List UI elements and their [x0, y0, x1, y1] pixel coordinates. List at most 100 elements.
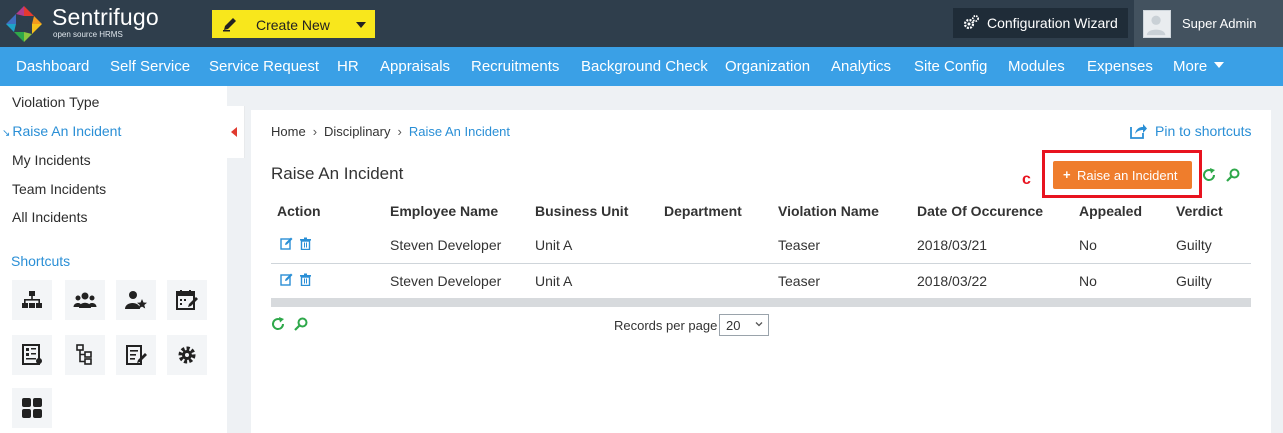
breadcrumb-current: Raise An Incident	[408, 124, 511, 139]
cell-verdict: Guilty	[1176, 263, 1251, 299]
search-icon[interactable]	[294, 317, 308, 331]
shortcut-appraisals[interactable]	[116, 280, 156, 320]
tree-hierarchy-icon	[76, 344, 92, 365]
plus-icon: +	[1063, 167, 1071, 182]
nav-item-organization[interactable]: Organization	[725, 58, 810, 75]
arrow-down-right-icon: ↘	[2, 128, 11, 139]
shortcut-calendar[interactable]	[167, 280, 207, 320]
users-group-icon	[73, 292, 97, 308]
collapse-sidebar-toggle[interactable]	[227, 106, 245, 158]
configuration-wizard-label: Configuration Wizard	[987, 15, 1118, 31]
edit-icon[interactable]	[280, 273, 293, 286]
share-export-icon	[1130, 124, 1147, 139]
column-header-action[interactable]: Action	[271, 194, 390, 228]
create-new-label: Create New	[256, 17, 330, 33]
cell-employee-name: Steven Developer	[390, 228, 535, 264]
pencil-icon	[223, 18, 236, 32]
nav-item-dashboard[interactable]: Dashboard	[16, 58, 89, 75]
chevron-down-icon	[1214, 62, 1225, 68]
shortcut-hierarchy[interactable]	[65, 335, 105, 375]
sidebar-item-my-incidents[interactable]: My Incidents	[12, 152, 91, 168]
pin-to-shortcuts-label: Pin to shortcuts	[1155, 123, 1252, 139]
column-header-verdict[interactable]: Verdict	[1176, 194, 1251, 228]
chevron-down-icon	[755, 322, 763, 327]
pin-to-shortcuts-link[interactable]: Pin to shortcuts	[1130, 123, 1252, 139]
configuration-wizard-button[interactable]: Configuration Wizard	[953, 8, 1128, 38]
refresh-icon[interactable]	[271, 317, 285, 331]
sidebar-item-violation-type[interactable]: Violation Type	[12, 94, 99, 110]
cell-verdict: Guilty	[1176, 228, 1251, 264]
cell-appealed: No	[1079, 228, 1176, 264]
nav-item-hr[interactable]: HR	[337, 58, 359, 75]
gears-icon	[963, 15, 979, 30]
page-title: Raise An Incident	[271, 164, 404, 183]
nav-item-modules[interactable]: Modules	[1008, 58, 1065, 75]
nav-item-service-request[interactable]: Service Request	[209, 58, 319, 75]
column-header-department[interactable]: Department	[664, 194, 778, 228]
shortcut-id-card[interactable]	[12, 335, 52, 375]
create-new-button[interactable]: Create New	[212, 10, 375, 38]
breadcrumb-disciplinary[interactable]: Disciplinary	[324, 124, 390, 139]
trash-icon[interactable]	[299, 237, 312, 251]
annotation-mark: c	[1022, 171, 1031, 188]
cell-date-of-occurence: 2018/03/21	[917, 228, 1079, 264]
brand-tagline: open source HRMS	[53, 30, 123, 39]
raise-an-incident-label: Raise an Incident	[1077, 168, 1178, 183]
records-per-page-select[interactable]: 20	[719, 314, 769, 336]
row-actions	[271, 228, 390, 264]
sidebar-item-all-incidents[interactable]: All Incidents	[12, 209, 87, 225]
column-header-date-of-occurence[interactable]: Date Of Occurence	[917, 194, 1079, 228]
nav-item-background-check[interactable]: Background Check	[581, 58, 708, 75]
nav-item-recruitments[interactable]: Recruitments	[471, 58, 559, 75]
sidebar-item-team-incidents[interactable]: Team Incidents	[12, 181, 106, 197]
nav-item-analytics[interactable]: Analytics	[831, 58, 891, 75]
org-chart-icon	[22, 291, 42, 308]
brand-name: Sentrifugo	[52, 4, 159, 30]
nav-item-self-service[interactable]: Self Service	[110, 58, 190, 75]
avatar	[1143, 10, 1171, 38]
user-silhouette-icon	[1146, 15, 1166, 36]
shortcut-settings[interactable]	[167, 335, 207, 375]
column-header-employee-name[interactable]: Employee Name	[390, 194, 535, 228]
sentrifugo-logo-icon[interactable]	[4, 4, 44, 44]
nav-item-expenses[interactable]: Expenses	[1087, 58, 1153, 75]
table-header-row: Action Employee Name Business Unit Depar…	[271, 194, 1251, 228]
grid-icon	[22, 398, 42, 418]
sidebar-item-raise-an-incident[interactable]: ↘ Raise An Incident	[2, 123, 121, 139]
brand: Sentrifugo open source HRMS	[52, 4, 159, 39]
horizontal-scrollbar[interactable]	[271, 298, 1251, 307]
table-row: Steven Developer Unit A Teaser 2018/03/2…	[271, 228, 1251, 264]
table-row: Steven Developer Unit A Teaser 2018/03/2…	[271, 263, 1251, 299]
nav-item-appraisals[interactable]: Appraisals	[380, 58, 450, 75]
cell-date-of-occurence: 2018/03/22	[917, 263, 1079, 299]
shortcuts-title: Shortcuts	[11, 253, 71, 269]
chevron-down-icon	[356, 22, 366, 28]
shortcut-document-edit[interactable]	[116, 335, 156, 375]
raise-an-incident-button[interactable]: + Raise an Incident	[1053, 161, 1192, 189]
cell-business-unit: Unit A	[535, 263, 664, 299]
shortcut-employees[interactable]	[65, 280, 105, 320]
nav-item-more[interactable]: More	[1173, 58, 1225, 75]
refresh-icon[interactable]	[1202, 168, 1216, 182]
cell-business-unit: Unit A	[535, 228, 664, 264]
cell-department	[664, 228, 778, 264]
user-menu[interactable]: Super Admin	[1134, 0, 1283, 47]
document-edit-icon	[126, 345, 147, 365]
calendar-edit-icon	[176, 290, 198, 310]
nav-item-site-config[interactable]: Site Config	[914, 58, 987, 75]
incidents-table: Action Employee Name Business Unit Depar…	[271, 194, 1251, 299]
chevron-right-icon: ›	[397, 124, 402, 139]
edit-icon[interactable]	[280, 237, 293, 250]
search-icon[interactable]	[1226, 168, 1240, 182]
column-header-business-unit[interactable]: Business Unit	[535, 194, 664, 228]
user-star-icon	[125, 291, 147, 309]
breadcrumb-home[interactable]: Home	[271, 124, 306, 139]
trash-icon[interactable]	[299, 273, 312, 286]
column-header-appealed[interactable]: Appealed	[1079, 194, 1176, 228]
shortcut-org-chart[interactable]	[12, 280, 52, 320]
records-per-page-value: 20	[726, 318, 741, 333]
row-actions	[271, 263, 390, 299]
cell-department	[664, 263, 778, 299]
column-header-violation-name[interactable]: Violation Name	[778, 194, 917, 228]
shortcut-modules[interactable]	[12, 388, 52, 428]
